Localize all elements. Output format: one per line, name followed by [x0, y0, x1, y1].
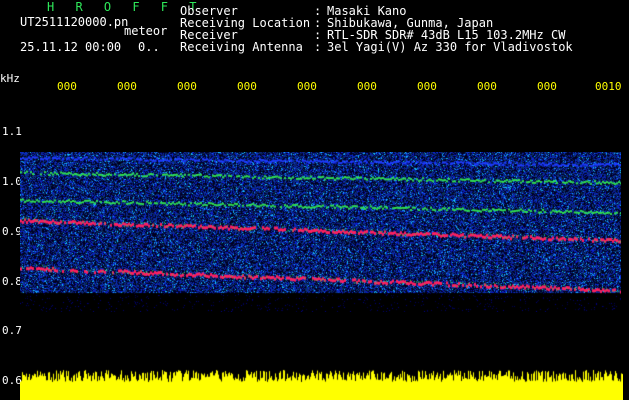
filename-label: UT2511120000.pn: [20, 15, 129, 29]
x-tick-label: 000: [357, 80, 377, 93]
x-tick-label: 000: [117, 80, 137, 93]
y-tick-label: 0.6: [2, 374, 22, 387]
meteor-count: 0..: [138, 40, 160, 54]
x-tick-label: 000: [57, 80, 77, 93]
y-tick-label: 1.1: [2, 125, 22, 138]
y-tick-label: 0.7: [2, 324, 22, 337]
x-tick-label: 000: [297, 80, 317, 93]
activity-bar-graph: [20, 368, 623, 400]
y-tick-label: 1.0: [2, 175, 22, 188]
x-tick-label: 000: [537, 80, 557, 93]
x-tick-label: 000: [417, 80, 437, 93]
meteor-label: meteor: [124, 24, 168, 38]
info-colon: :: [314, 40, 322, 54]
x-tick-label: 000: [177, 80, 197, 93]
info-antenna-label: Receiving Antenna: [180, 40, 303, 54]
info-antenna-value: 3el Yagi(V) Az 330 for Vladivostok: [327, 40, 573, 54]
y-tick-label: 0.9: [2, 225, 22, 238]
x-tick-label: 0010: [595, 80, 622, 93]
y-tick-label: 0.8: [2, 275, 22, 288]
y-axis-unit: kHz: [0, 72, 20, 85]
spectrogram-canvas: [20, 152, 621, 312]
x-tick-label: 000: [477, 80, 497, 93]
x-tick-label: 000: [237, 80, 257, 93]
datetime-label: 25.11.12 00:00: [20, 40, 122, 54]
